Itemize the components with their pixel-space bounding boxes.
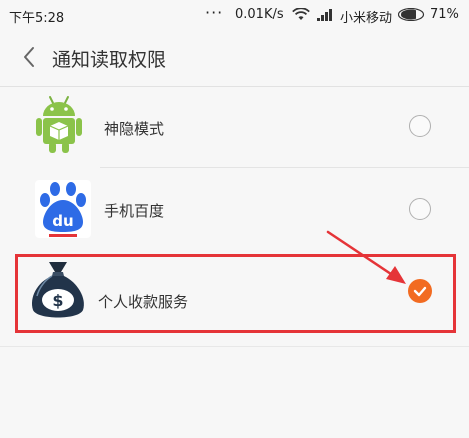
radio-button[interactable] <box>409 115 431 137</box>
android-app-icon <box>35 94 83 158</box>
back-arrow-icon[interactable] <box>22 46 36 68</box>
app-label: 手机百度 <box>104 202 165 220</box>
status-network-speed: 0.01K/s <box>235 7 284 22</box>
signal-icon <box>317 8 335 25</box>
divider <box>0 346 469 347</box>
status-dots: ··· <box>205 3 224 22</box>
wifi-icon <box>292 7 310 25</box>
page-header: 通知读取权限 <box>0 30 469 87</box>
status-time: 下午5:28 <box>9 11 65 26</box>
app-label: 神隐模式 <box>104 120 165 138</box>
list-item[interactable]: 神隐模式 <box>0 86 469 168</box>
battery-icon <box>397 7 426 25</box>
annotation-arrow-icon <box>320 226 420 300</box>
page-title: 通知读取权限 <box>52 49 167 71</box>
radio-button[interactable] <box>409 198 431 220</box>
baidu-app-icon: du <box>35 180 91 242</box>
status-bar: 下午5:28 ··· 0.01K/s 小米移动 71% <box>0 0 469 30</box>
status-battery-percent: 71% <box>430 7 459 22</box>
svg-text:du: du <box>52 212 73 230</box>
status-carrier: 小米移动 <box>340 11 393 26</box>
